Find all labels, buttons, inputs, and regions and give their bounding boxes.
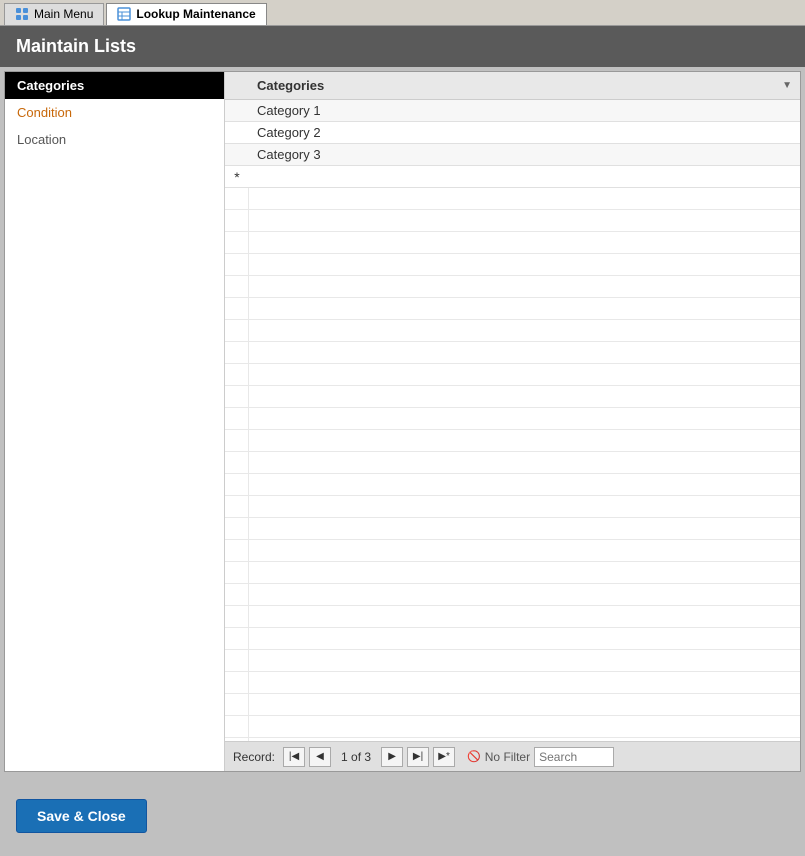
right-panel: Categories ▼ Category 1 Category 2 Categ…: [225, 72, 800, 771]
empty-rows: [225, 188, 800, 741]
empty-row: [225, 694, 800, 716]
row-cell-1: Category 1: [249, 101, 800, 120]
empty-row: [225, 716, 800, 738]
empty-row: [225, 342, 800, 364]
new-record-icon: ▶*: [438, 751, 450, 762]
table-row[interactable]: Category 1: [225, 100, 800, 122]
bottom-bar: Save & Close: [0, 776, 805, 856]
first-record-icon: |◀: [289, 751, 299, 762]
next-record-icon: ▶: [388, 751, 396, 762]
empty-row: [225, 562, 800, 584]
sidebar-item-categories-label: Categories: [17, 78, 84, 93]
save-close-button[interactable]: Save & Close: [16, 799, 147, 833]
page-title: Maintain Lists: [0, 26, 805, 67]
record-label: Record:: [233, 750, 275, 764]
nav-first-button[interactable]: |◀: [283, 747, 305, 767]
sidebar-item-location[interactable]: Location: [5, 126, 224, 153]
sidebar-item-categories[interactable]: Categories: [5, 72, 224, 99]
empty-row: [225, 276, 800, 298]
empty-row: [225, 628, 800, 650]
row-cell-2: Category 2: [249, 123, 800, 142]
new-row-marker: *: [225, 169, 249, 185]
grid-icon: [15, 7, 29, 21]
sidebar-item-location-label: Location: [17, 132, 66, 147]
empty-row: [225, 650, 800, 672]
empty-row: [225, 474, 800, 496]
new-record-row[interactable]: *: [225, 166, 800, 188]
page-info: 1 of 3: [335, 750, 377, 764]
filter-area: 🚫 No Filter: [467, 750, 530, 764]
last-record-icon: ▶|: [413, 751, 423, 762]
empty-row: [225, 386, 800, 408]
empty-row: [225, 188, 800, 210]
sidebar-item-condition-label: Condition: [17, 105, 72, 120]
empty-row: [225, 364, 800, 386]
empty-row: [225, 606, 800, 628]
new-record-input[interactable]: [249, 166, 800, 187]
sidebar: Categories Condition Location: [5, 72, 225, 771]
nav-new-button[interactable]: ▶*: [433, 747, 455, 767]
tab-lookup-maintenance[interactable]: Lookup Maintenance: [106, 3, 266, 25]
empty-row: [225, 452, 800, 474]
empty-row: [225, 408, 800, 430]
empty-row: [225, 320, 800, 342]
nav-next-button[interactable]: ▶: [381, 747, 403, 767]
row-cell-3: Category 3: [249, 145, 800, 164]
no-filter-label: No Filter: [485, 750, 530, 764]
empty-row: [225, 430, 800, 452]
empty-row: [225, 232, 800, 254]
empty-row: [225, 254, 800, 276]
empty-row: [225, 496, 800, 518]
prev-record-icon: ◀: [316, 751, 324, 762]
empty-row: [225, 210, 800, 232]
table-row[interactable]: Category 2: [225, 122, 800, 144]
navigation-bar: Record: |◀ ◀ 1 of 3 ▶ ▶| ▶* 🚫 No Filter: [225, 741, 800, 771]
empty-row: [225, 584, 800, 606]
tab-lookup-maintenance-label: Lookup Maintenance: [136, 7, 255, 21]
tab-main-menu-label: Main Menu: [34, 7, 93, 21]
nav-last-button[interactable]: ▶|: [407, 747, 429, 767]
sidebar-item-condition[interactable]: Condition: [5, 99, 224, 126]
nav-prev-button[interactable]: ◀: [309, 747, 331, 767]
table-icon: [117, 7, 131, 21]
column-header-label: Categories: [257, 78, 324, 93]
no-filter-icon: 🚫: [467, 750, 481, 763]
empty-row: [225, 540, 800, 562]
empty-row: [225, 298, 800, 320]
empty-row: [225, 672, 800, 694]
table-body: Category 1 Category 2 Category 3 *: [225, 100, 800, 741]
empty-row: [225, 518, 800, 540]
search-input[interactable]: [534, 747, 614, 767]
table-header: Categories ▼: [225, 72, 800, 100]
sort-arrow-icon[interactable]: ▼: [782, 80, 792, 91]
table-column-header[interactable]: Categories ▼: [249, 76, 800, 95]
main-content: Categories Condition Location Categories…: [4, 71, 801, 772]
tab-main-menu[interactable]: Main Menu: [4, 3, 104, 25]
tab-bar: Main Menu Lookup Maintenance: [0, 0, 805, 26]
table-row[interactable]: Category 3: [225, 144, 800, 166]
